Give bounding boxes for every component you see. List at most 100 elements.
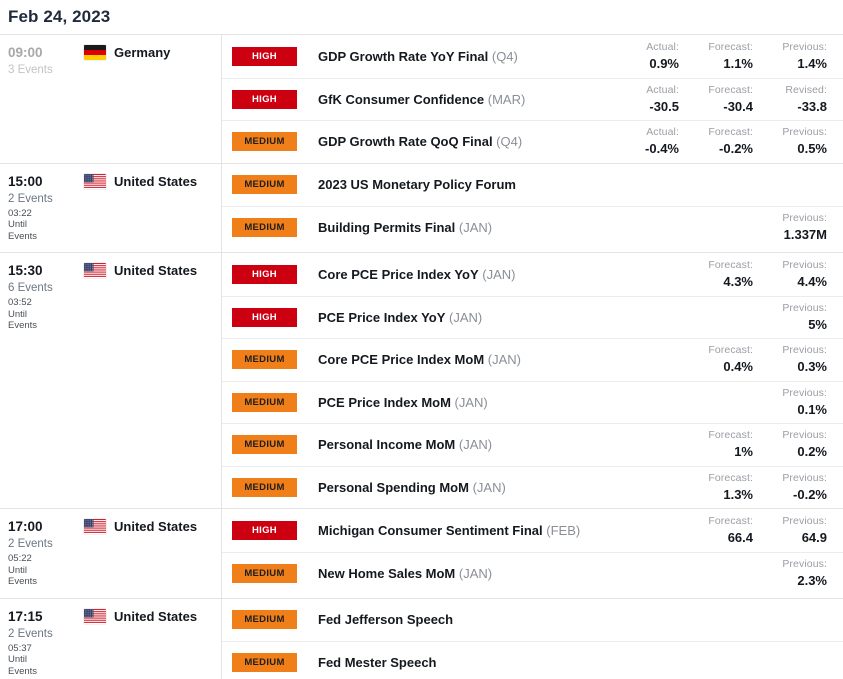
- event-row[interactable]: MEDIUM Fed Mester Speech: [222, 641, 843, 679]
- value-label: Previous:: [782, 301, 827, 314]
- event-title[interactable]: New Home Sales MoM (JAN): [318, 566, 605, 581]
- value-cell: Forecast: -30.4: [679, 84, 753, 115]
- event-row[interactable]: MEDIUM Core PCE Price Index MoM (JAN) Fore…: [222, 338, 843, 381]
- impact-badge: HIGH: [232, 264, 297, 284]
- value-label: Previous:: [782, 258, 827, 271]
- event-period: (Q4): [488, 48, 518, 64]
- value-columns: Actual: 0.9% Forecast: 1.1% Previous: 1.4%: [605, 41, 843, 72]
- event-row[interactable]: HIGH Michigan Consumer Sentiment Final (F…: [222, 509, 843, 552]
- country-cell[interactable]: United States: [84, 262, 197, 278]
- countdown-value: 03:52: [8, 297, 32, 308]
- event-title[interactable]: PCE Price Index YoY (JAN): [318, 310, 605, 325]
- value-columns: Actual: -0.4% Forecast: -0.2% Previous: 0.5%: [605, 126, 843, 157]
- event-period: (JAN): [455, 565, 493, 581]
- event-title[interactable]: Personal Spending MoM (JAN): [318, 480, 605, 495]
- event-title[interactable]: Core PCE Price Index YoY (JAN): [318, 267, 605, 282]
- value-columns: Previous: 2.3%: [605, 558, 843, 589]
- event-title[interactable]: GfK Consumer Confidence (MAR): [318, 92, 605, 107]
- events-count: 3 Events: [8, 64, 53, 76]
- country-cell[interactable]: United States: [84, 173, 197, 189]
- country-name: Germany: [114, 45, 171, 60]
- countdown-events-label: Events: [8, 576, 38, 587]
- value-number: 1.337M: [783, 227, 827, 243]
- impact-badge: HIGH: [232, 46, 297, 66]
- event-title[interactable]: 2023 US Monetary Policy Forum: [318, 177, 605, 192]
- event-row[interactable]: HIGH GfK Consumer Confidence (MAR) Actual:…: [222, 77, 843, 121]
- value-number: -0.2%: [793, 486, 827, 502]
- countdown-value: 03:22: [8, 207, 32, 219]
- time-country-column: 15:00 2 Events 03:22 Until Events United Stat…: [0, 163, 222, 252]
- event-title[interactable]: Michigan Consumer Sentiment Final (FEB): [318, 523, 605, 538]
- value-number: 64.9: [801, 529, 827, 545]
- event-period: (MAR): [484, 91, 526, 107]
- event-rows: HIGH GDP Growth Rate YoY Final (Q4) Actual…: [222, 35, 843, 163]
- event-title[interactable]: Building Permits Final (JAN): [318, 220, 605, 235]
- value-cell: Forecast: 1.1%: [679, 41, 753, 72]
- event-row[interactable]: MEDIUM Fed Jefferson Speech: [222, 599, 843, 642]
- countdown-until-label: Until: [8, 219, 28, 230]
- event-period: (JAN): [478, 266, 516, 282]
- event-row[interactable]: MEDIUM Personal Income MoM (JAN) Forecast:…: [222, 423, 843, 466]
- event-title[interactable]: PCE Price Index MoM (JAN): [318, 395, 605, 410]
- event-time: 15:30: [8, 263, 43, 278]
- country-cell[interactable]: United States: [84, 608, 197, 624]
- value-number: 4.3%: [723, 273, 753, 289]
- flag-united-states-icon: [84, 519, 106, 534]
- value-cell: Previous: -0.2%: [753, 472, 827, 503]
- country-cell[interactable]: United States: [84, 518, 197, 534]
- event-title[interactable]: GDP Growth Rate QoQ Final (Q4): [318, 134, 605, 149]
- event-title[interactable]: Personal Income MoM (JAN): [318, 437, 605, 452]
- events-count: 2 Events: [8, 627, 53, 640]
- impact-badge: HIGH: [232, 89, 297, 109]
- value-number: 66.4: [727, 529, 753, 545]
- value-label: Previous:: [782, 471, 827, 484]
- value-columns: [605, 662, 843, 664]
- event-row[interactable]: MEDIUM Building Permits Final (JAN) Previo…: [222, 206, 843, 249]
- countdown-value: 05:37: [8, 642, 32, 654]
- event-title[interactable]: Fed Mester Speech: [318, 655, 605, 670]
- value-label: Previous:: [782, 557, 827, 570]
- event-row[interactable]: MEDIUM 2023 US Monetary Policy Forum: [222, 164, 843, 207]
- countdown-until-label: Until: [8, 654, 28, 665]
- event-title[interactable]: Fed Jefferson Speech: [318, 612, 605, 627]
- event-row[interactable]: HIGH PCE Price Index YoY (JAN) Previous: 5%: [222, 295, 843, 339]
- event-row[interactable]: HIGH Core PCE Price Index YoY (JAN) Foreca…: [222, 253, 843, 296]
- value-cell-empty: [605, 515, 679, 546]
- event-time: 09:00: [8, 45, 43, 60]
- event-row[interactable]: HIGH GDP Growth Rate YoY Final (Q4) Actual…: [222, 35, 843, 78]
- time-column: 09:00 3 Events: [8, 44, 84, 78]
- value-cell: Forecast: -0.2%: [679, 126, 753, 157]
- event-title[interactable]: Core PCE Price Index MoM (JAN): [318, 352, 605, 367]
- event-row[interactable]: MEDIUM Personal Spending MoM (JAN) Forecas…: [222, 465, 843, 509]
- country-cell[interactable]: Germany: [84, 44, 170, 60]
- event-row[interactable]: MEDIUM PCE Price Index MoM (JAN) Previous:…: [222, 380, 843, 424]
- calendar-body: 09:00 3 Events Germany HIGH GDP Growth Rate …: [0, 34, 843, 679]
- value-label: Previous:: [782, 344, 827, 357]
- event-row[interactable]: MEDIUM New Home Sales MoM (JAN) Previous: 2…: [222, 551, 843, 595]
- event-period: (JAN): [455, 220, 493, 236]
- value-number: 0.3%: [797, 359, 827, 375]
- event-row[interactable]: MEDIUM GDP Growth Rate QoQ Final (Q4) Actu…: [222, 120, 843, 163]
- time-block: 09:00 3 Events Germany HIGH GDP Growth Rate …: [0, 34, 843, 163]
- event-rows: MEDIUM 2023 US Monetary Policy Forum MEDIU…: [222, 164, 843, 253]
- time-block: 15:30 6 Events 03:52 Until Events United Stat…: [0, 252, 843, 508]
- events-count: 2 Events: [8, 192, 53, 205]
- value-cell-empty: [679, 662, 753, 664]
- value-number: 1.4%: [797, 55, 827, 71]
- value-label: Forecast:: [708, 514, 753, 527]
- value-cell-empty: [753, 184, 827, 186]
- event-period: (JAN): [445, 309, 483, 325]
- value-label: Actual:: [646, 83, 679, 96]
- value-number: 0.1%: [797, 401, 827, 417]
- event-title[interactable]: GDP Growth Rate YoY Final (Q4): [318, 49, 605, 64]
- impact-badge: MEDIUM: [232, 477, 297, 497]
- value-cell-empty: [605, 184, 679, 186]
- value-columns: [605, 619, 843, 621]
- value-cell-empty: [679, 558, 753, 589]
- impact-badge: HIGH: [232, 307, 297, 327]
- event-period: (Q4): [492, 134, 523, 150]
- value-columns: Forecast: 1% Previous: 0.2%: [605, 429, 843, 460]
- value-cell: Previous: 0.5%: [753, 126, 827, 157]
- event-time: 15:00: [8, 173, 43, 189]
- value-cell-empty: [605, 212, 679, 243]
